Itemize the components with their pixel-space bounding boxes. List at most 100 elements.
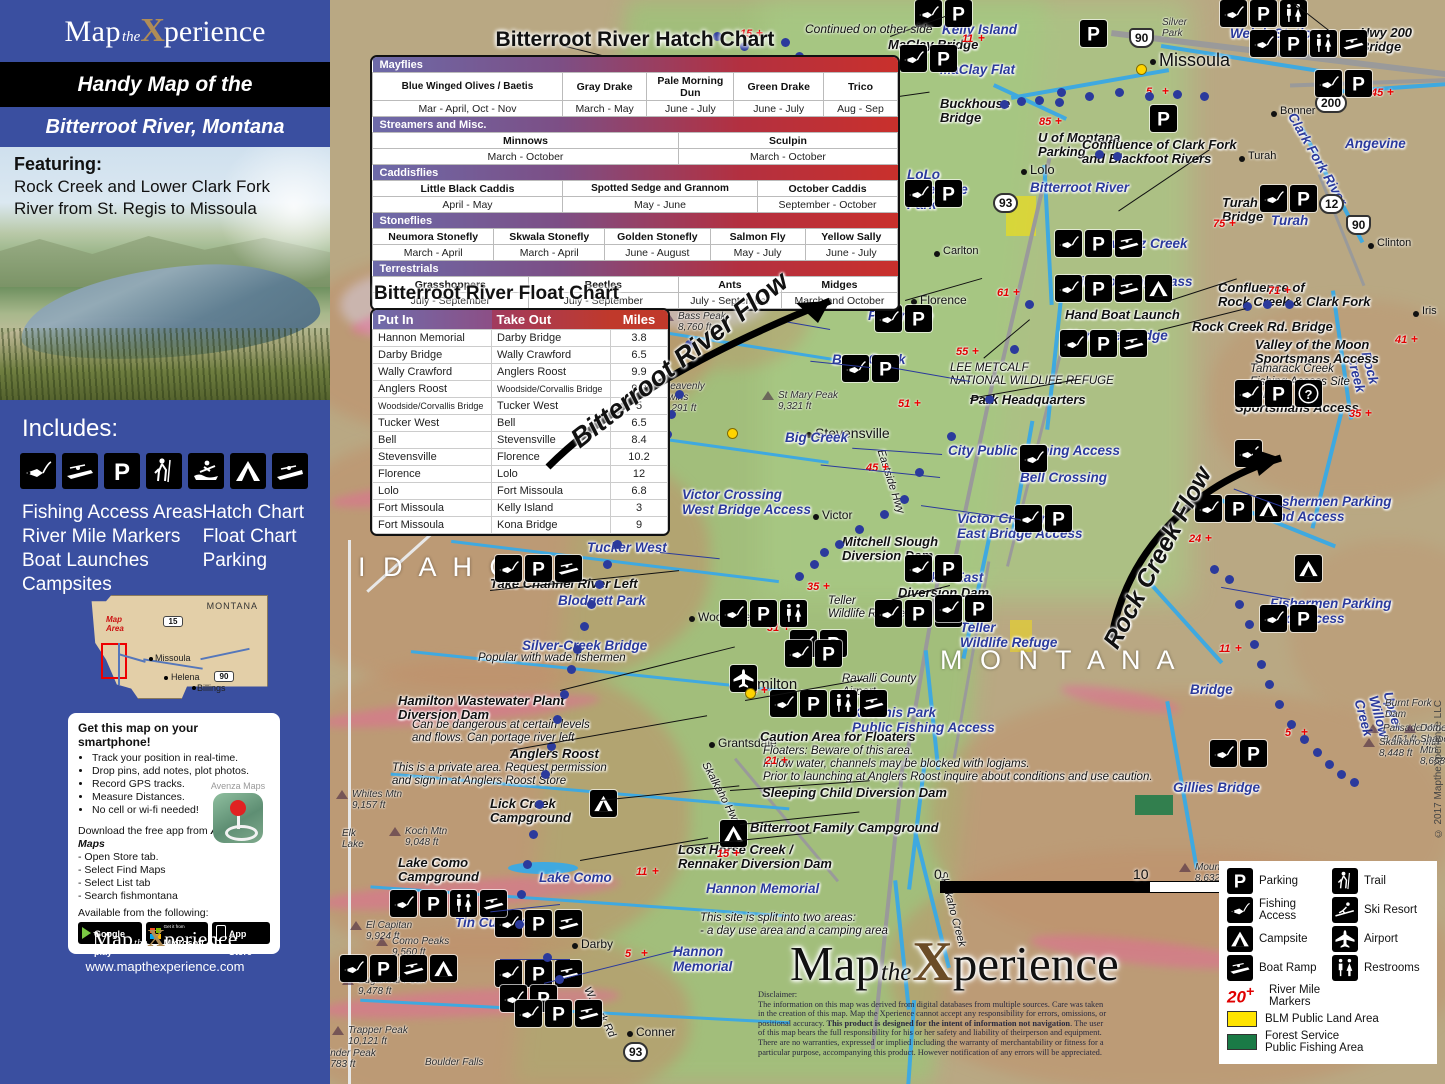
parking-icon[interactable]: P xyxy=(800,690,827,717)
fishing-access-icon[interactable] xyxy=(1220,0,1247,27)
parking-icon[interactable]: P xyxy=(1265,380,1292,407)
restrooms-icon[interactable] xyxy=(450,890,477,917)
fishing-access-icon[interactable] xyxy=(1055,230,1082,257)
campsite-icon[interactable] xyxy=(590,790,617,817)
fishing-access-icon[interactable] xyxy=(1210,740,1237,767)
access-icon-cluster[interactable]: P xyxy=(495,910,582,937)
parking-icon[interactable]: P xyxy=(815,640,842,667)
boat-ramp-icon[interactable] xyxy=(1115,230,1142,257)
access-icon-cluster[interactable]: P xyxy=(720,600,807,627)
access-icon-cluster[interactable]: P xyxy=(1150,105,1177,132)
fishing-access-icon[interactable] xyxy=(900,45,927,72)
access-icon-cluster[interactable]: P xyxy=(1055,230,1142,257)
access-icon-cluster[interactable]: P xyxy=(905,555,962,582)
fishing-access-icon[interactable] xyxy=(495,960,522,987)
boat-ramp-icon[interactable] xyxy=(860,690,887,717)
fishing-access-icon[interactable] xyxy=(905,555,932,582)
parking-icon[interactable]: P xyxy=(965,595,992,622)
access-icon-cluster[interactable] xyxy=(590,790,617,817)
access-icon-cluster[interactable]: P xyxy=(1250,30,1367,57)
access-icon-cluster[interactable]: P xyxy=(1315,70,1372,97)
parking-icon[interactable]: P xyxy=(905,600,932,627)
boat-ramp-icon[interactable] xyxy=(1115,275,1142,302)
restrooms-icon[interactable] xyxy=(780,600,807,627)
fishing-access-icon[interactable] xyxy=(785,640,812,667)
fishing-access-icon[interactable] xyxy=(875,600,902,627)
fishing-access-icon[interactable] xyxy=(1020,445,1047,472)
parking-icon[interactable]: P xyxy=(750,600,777,627)
fishing-access-icon[interactable] xyxy=(390,890,417,917)
parking-icon[interactable]: P xyxy=(1090,330,1117,357)
parking-icon[interactable]: P xyxy=(945,0,972,27)
access-icon-cluster[interactable]: P? xyxy=(1235,380,1322,407)
access-icon-cluster[interactable]: P xyxy=(900,45,957,72)
boat-ramp-icon[interactable] xyxy=(575,1000,602,1027)
fishing-access-icon[interactable] xyxy=(1060,330,1087,357)
website-url[interactable]: www.mapthexperience.com xyxy=(0,959,330,974)
campsite-icon[interactable] xyxy=(430,955,457,982)
parking-icon[interactable]: P xyxy=(1085,230,1112,257)
parking-icon[interactable]: P xyxy=(1345,70,1372,97)
map-canvas[interactable]: I D A H OM O N T A N A Missoula Bonner Tura… xyxy=(330,0,1445,1084)
access-icon-cluster[interactable]: P xyxy=(770,690,887,717)
boat-ramp-icon[interactable] xyxy=(400,955,427,982)
access-icon-cluster[interactable]: P xyxy=(905,180,962,207)
boat-ramp-icon[interactable] xyxy=(1340,30,1367,57)
legend-label: River Mile Markers xyxy=(1269,984,1321,1008)
trail-icon xyxy=(146,453,182,489)
fishing-access-icon[interactable] xyxy=(1250,30,1277,57)
access-icon-cluster[interactable] xyxy=(1020,445,1047,472)
access-icon-cluster[interactable]: P xyxy=(1015,505,1072,532)
access-icon-cluster[interactable]: P xyxy=(785,640,842,667)
parking-icon[interactable]: P xyxy=(1150,105,1177,132)
access-icon-cluster[interactable]: P xyxy=(1080,20,1107,47)
parking-icon[interactable]: P xyxy=(930,45,957,72)
boat-ramp-icon[interactable] xyxy=(555,555,582,582)
fishing-access-icon[interactable] xyxy=(1235,380,1262,407)
parking-icon[interactable]: P xyxy=(1240,740,1267,767)
boat-ramp-icon[interactable] xyxy=(480,890,507,917)
fishing-access-icon[interactable] xyxy=(495,555,522,582)
access-icon-cluster[interactable]: P xyxy=(935,595,992,622)
fishing-access-icon[interactable] xyxy=(720,600,747,627)
access-icon-cluster[interactable]: P xyxy=(1060,330,1147,357)
parking-icon[interactable]: P xyxy=(1045,505,1072,532)
fishing-access-icon[interactable] xyxy=(1055,275,1082,302)
fishing-access-icon[interactable] xyxy=(1315,70,1342,97)
parking-icon[interactable]: P xyxy=(370,955,397,982)
access-icon-cluster[interactable]: P xyxy=(390,890,507,917)
table-row: Fort Missoula Kelly Island 3 xyxy=(372,499,668,517)
brand-logo-top: Map the Xperience xyxy=(0,0,330,62)
access-icon-cluster[interactable]: P xyxy=(340,955,457,982)
parking-icon[interactable]: P xyxy=(525,960,552,987)
access-icon-cluster[interactable]: P xyxy=(1260,185,1317,212)
boat-ramp-icon[interactable] xyxy=(555,910,582,937)
parking-icon[interactable]: P xyxy=(545,1000,572,1027)
access-icon-cluster[interactable]: P xyxy=(495,555,582,582)
fishing-access-icon[interactable] xyxy=(515,1000,542,1027)
fishing-access-icon[interactable] xyxy=(340,955,367,982)
parking-icon[interactable]: P xyxy=(1080,20,1107,47)
parking-icon[interactable]: P xyxy=(935,180,962,207)
campsite-icon[interactable] xyxy=(1145,275,1172,302)
fishing-access-icon[interactable] xyxy=(935,595,962,622)
fishing-access-icon[interactable] xyxy=(1260,185,1287,212)
access-icon-cluster[interactable]: P xyxy=(495,960,582,987)
fishing-access-icon[interactable] xyxy=(905,180,932,207)
parking-icon[interactable]: P xyxy=(1250,0,1277,27)
parking-icon[interactable]: P xyxy=(525,555,552,582)
parking-icon[interactable]: P xyxy=(525,910,552,937)
parking-icon[interactable]: P xyxy=(935,555,962,582)
access-icon-cluster[interactable]: P xyxy=(1055,275,1172,302)
restrooms-icon[interactable] xyxy=(830,690,857,717)
parking-icon[interactable]: P xyxy=(420,890,447,917)
restrooms-icon[interactable] xyxy=(1310,30,1337,57)
access-icon-cluster[interactable]: P xyxy=(515,1000,602,1027)
parking-icon[interactable]: P xyxy=(905,305,932,332)
info-icon[interactable]: ? xyxy=(1295,380,1322,407)
access-icon-cluster[interactable]: P xyxy=(1210,740,1267,767)
parking-icon[interactable]: P xyxy=(1280,30,1307,57)
parking-icon[interactable]: P xyxy=(1085,275,1112,302)
boat-ramp-icon[interactable] xyxy=(1120,330,1147,357)
parking-icon[interactable]: P xyxy=(1290,185,1317,212)
